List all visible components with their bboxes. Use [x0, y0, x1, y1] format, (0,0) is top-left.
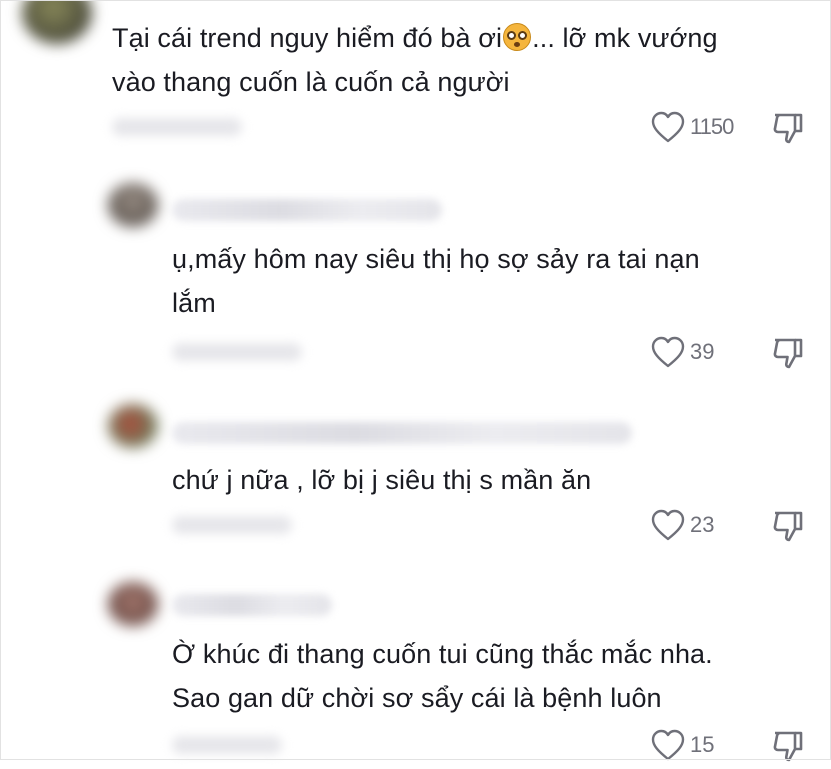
like-button[interactable]: 15 [650, 728, 714, 762]
comment-text: chứ j nữa , lỡ bị j siêu thị s mần ăn [172, 465, 592, 495]
heart-outline-icon [651, 336, 685, 368]
like-count: 39 [690, 339, 715, 364]
heart-outline-icon [651, 111, 685, 143]
reply-item: chứ j nữa , lỡ bị j siêu thị s mần ăn 23 [0, 390, 831, 570]
comment-meta-blurred [172, 516, 292, 534]
username-blurred [172, 422, 632, 444]
comment-meta-blurred [172, 343, 302, 361]
dislike-button[interactable] [770, 508, 806, 549]
dislike-button[interactable] [770, 335, 806, 376]
heart-outline-icon [651, 509, 685, 541]
avatar[interactable] [108, 183, 158, 227]
like-count: 15 [690, 732, 715, 757]
dislike-button[interactable] [770, 728, 806, 769]
comment-text-line2: vào thang cuốn là cuốn cả người [112, 67, 510, 97]
comment-meta-blurred [112, 118, 242, 136]
avatar[interactable] [22, 0, 92, 44]
comment-text: Ờ khúc đi thang cuốn tui cũng thắc mắc n… [172, 639, 713, 669]
thumbs-down-outline-icon [773, 113, 803, 144]
thumbs-down-outline-icon [773, 338, 803, 369]
avatar[interactable] [108, 582, 158, 626]
comment-text: ụ,mấy hôm nay siêu thị họ sợ sảy ra tai … [172, 244, 700, 274]
comment-item: Tại cái trend nguy hiểm đó bà ơi... lỡ m… [0, 0, 831, 165]
reply-item: Ờ khúc đi thang cuốn tui cũng thắc mắc n… [0, 570, 831, 762]
like-button[interactable]: 23 [650, 508, 714, 542]
comment-text-line2: lắm [172, 288, 216, 318]
dislike-button[interactable] [770, 110, 806, 151]
comment-text-line2: Sao gan dữ chời sơ sẩy cái là bệnh luôn [172, 683, 662, 713]
thumbs-down-outline-icon [773, 731, 803, 762]
username-blurred [172, 594, 332, 616]
reply-item: ụ,mấy hôm nay siêu thị họ sợ sảy ra tai … [0, 165, 831, 390]
comment-meta-blurred [172, 736, 282, 754]
like-button[interactable]: 39 [650, 335, 714, 369]
username-blurred [172, 199, 442, 221]
like-count: 23 [690, 512, 715, 537]
avatar[interactable] [108, 404, 158, 448]
like-count: 1150 [690, 114, 734, 139]
heart-outline-icon [651, 729, 685, 761]
comment-text: Tại cái trend nguy hiểm đó bà ơi... lỡ m… [112, 23, 718, 53]
thumbs-down-outline-icon [773, 511, 803, 542]
like-button[interactable]: 1150 [650, 110, 734, 144]
flushed-face-emoji-icon [503, 23, 532, 51]
